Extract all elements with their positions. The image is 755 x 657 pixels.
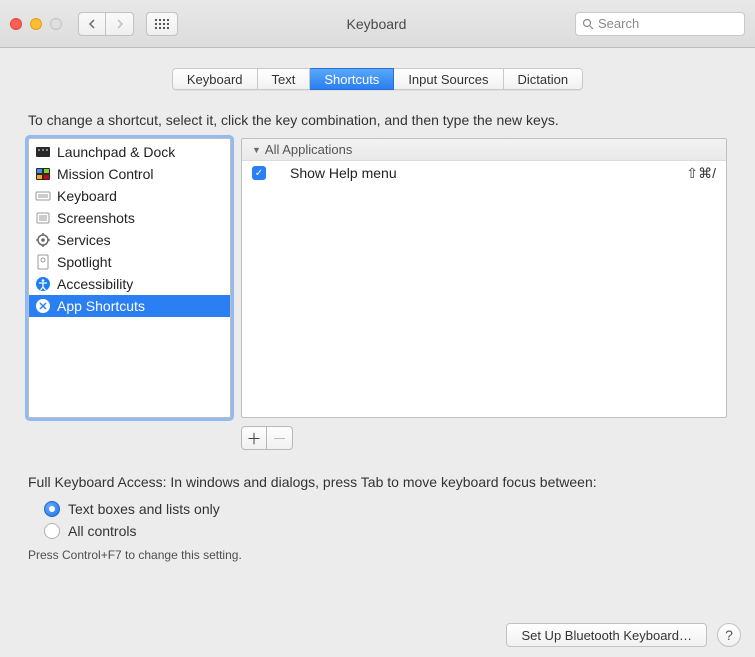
- radio-label: All controls: [68, 523, 136, 539]
- category-label: Accessibility: [57, 276, 133, 292]
- zoom-window-button: [50, 18, 62, 30]
- accessibility-icon: [35, 276, 51, 292]
- category-accessibility[interactable]: Accessibility: [29, 273, 230, 295]
- search-placeholder: Search: [598, 16, 639, 31]
- search-field[interactable]: Search: [575, 12, 745, 36]
- grid-icon: [155, 19, 169, 29]
- group-header[interactable]: ▼ All Applications: [242, 139, 726, 161]
- fka-option-0[interactable]: Text boxes and lists only: [44, 498, 727, 520]
- category-launchpad-dock[interactable]: Launchpad & Dock: [29, 141, 230, 163]
- add-shortcut-button[interactable]: ＋: [241, 426, 267, 450]
- remove-shortcut-button: －: [267, 426, 293, 450]
- nav-back-forward: [78, 12, 134, 36]
- category-services[interactable]: Services: [29, 229, 230, 251]
- shortcut-row[interactable]: ✓ Show Help menu⇧⌘/: [242, 161, 726, 185]
- category-label: Keyboard: [57, 188, 117, 204]
- fka-option-1[interactable]: All controls: [44, 520, 727, 542]
- minimize-window-button[interactable]: [30, 18, 42, 30]
- category-label: Services: [57, 232, 111, 248]
- category-label: Screenshots: [57, 210, 135, 226]
- category-label: Spotlight: [57, 254, 111, 270]
- tab-input-sources[interactable]: Input Sources: [394, 68, 503, 90]
- shortcut-list[interactable]: ▼ All Applications ✓ Show Help menu⇧⌘/: [241, 138, 727, 418]
- category-label: Mission Control: [57, 166, 153, 182]
- window-title: Keyboard: [186, 16, 567, 32]
- tab-text[interactable]: Text: [258, 68, 311, 90]
- spotlight-icon: [35, 254, 51, 270]
- shortcut-label: Show Help menu: [290, 165, 686, 181]
- instructions-label: To change a shortcut, select it, click t…: [28, 112, 727, 128]
- shortcut-keys[interactable]: ⇧⌘/: [686, 165, 716, 182]
- show-all-button[interactable]: [146, 12, 178, 36]
- gear-icon: [35, 232, 51, 248]
- category-label: App Shortcuts: [57, 298, 145, 314]
- screenshot-icon: [35, 210, 51, 226]
- appstore-icon: [35, 298, 51, 314]
- footer: Set Up Bluetooth Keyboard… ?: [506, 623, 741, 647]
- tabbar: KeyboardTextShortcutsInput SourcesDictat…: [28, 68, 727, 90]
- window-controls: [10, 18, 62, 30]
- search-icon: [582, 18, 594, 30]
- keyboard-icon: [35, 188, 51, 204]
- category-screenshots[interactable]: Screenshots: [29, 207, 230, 229]
- close-window-button[interactable]: [10, 18, 22, 30]
- category-label: Launchpad & Dock: [57, 144, 175, 160]
- disclosure-triangle-icon: ▼: [252, 145, 261, 155]
- tab-dictation[interactable]: Dictation: [504, 68, 584, 90]
- category-keyboard[interactable]: Keyboard: [29, 185, 230, 207]
- radio-button[interactable]: [44, 523, 60, 539]
- tab-shortcuts[interactable]: Shortcuts: [310, 68, 394, 90]
- keyboard-access-hint: Press Control+F7 to change this setting.: [28, 548, 727, 562]
- setup-bluetooth-keyboard-button[interactable]: Set Up Bluetooth Keyboard…: [506, 623, 707, 647]
- category-list[interactable]: Launchpad & Dock Mission Control Keyboard S…: [28, 138, 231, 418]
- tab-keyboard[interactable]: Keyboard: [172, 68, 258, 90]
- content: KeyboardTextShortcutsInput SourcesDictat…: [0, 48, 755, 576]
- back-button[interactable]: [78, 12, 106, 36]
- launchpad-icon: [35, 144, 51, 160]
- group-header-label: All Applications: [265, 142, 352, 157]
- category-app-shortcuts[interactable]: App Shortcuts: [29, 295, 230, 317]
- category-spotlight[interactable]: Spotlight: [29, 251, 230, 273]
- titlebar: Keyboard Search: [0, 0, 755, 48]
- mission-icon: [35, 166, 51, 182]
- help-button[interactable]: ?: [717, 623, 741, 647]
- radio-label: Text boxes and lists only: [68, 501, 220, 517]
- radio-button[interactable]: [44, 501, 60, 517]
- shortcut-enabled-checkbox[interactable]: ✓: [252, 166, 266, 180]
- add-remove-controls: ＋ －: [241, 426, 727, 450]
- full-keyboard-access-label: Full Keyboard Access: In windows and dia…: [28, 474, 727, 490]
- category-mission-control[interactable]: Mission Control: [29, 163, 230, 185]
- forward-button[interactable]: [106, 12, 134, 36]
- panes: Launchpad & Dock Mission Control Keyboard S…: [28, 138, 727, 418]
